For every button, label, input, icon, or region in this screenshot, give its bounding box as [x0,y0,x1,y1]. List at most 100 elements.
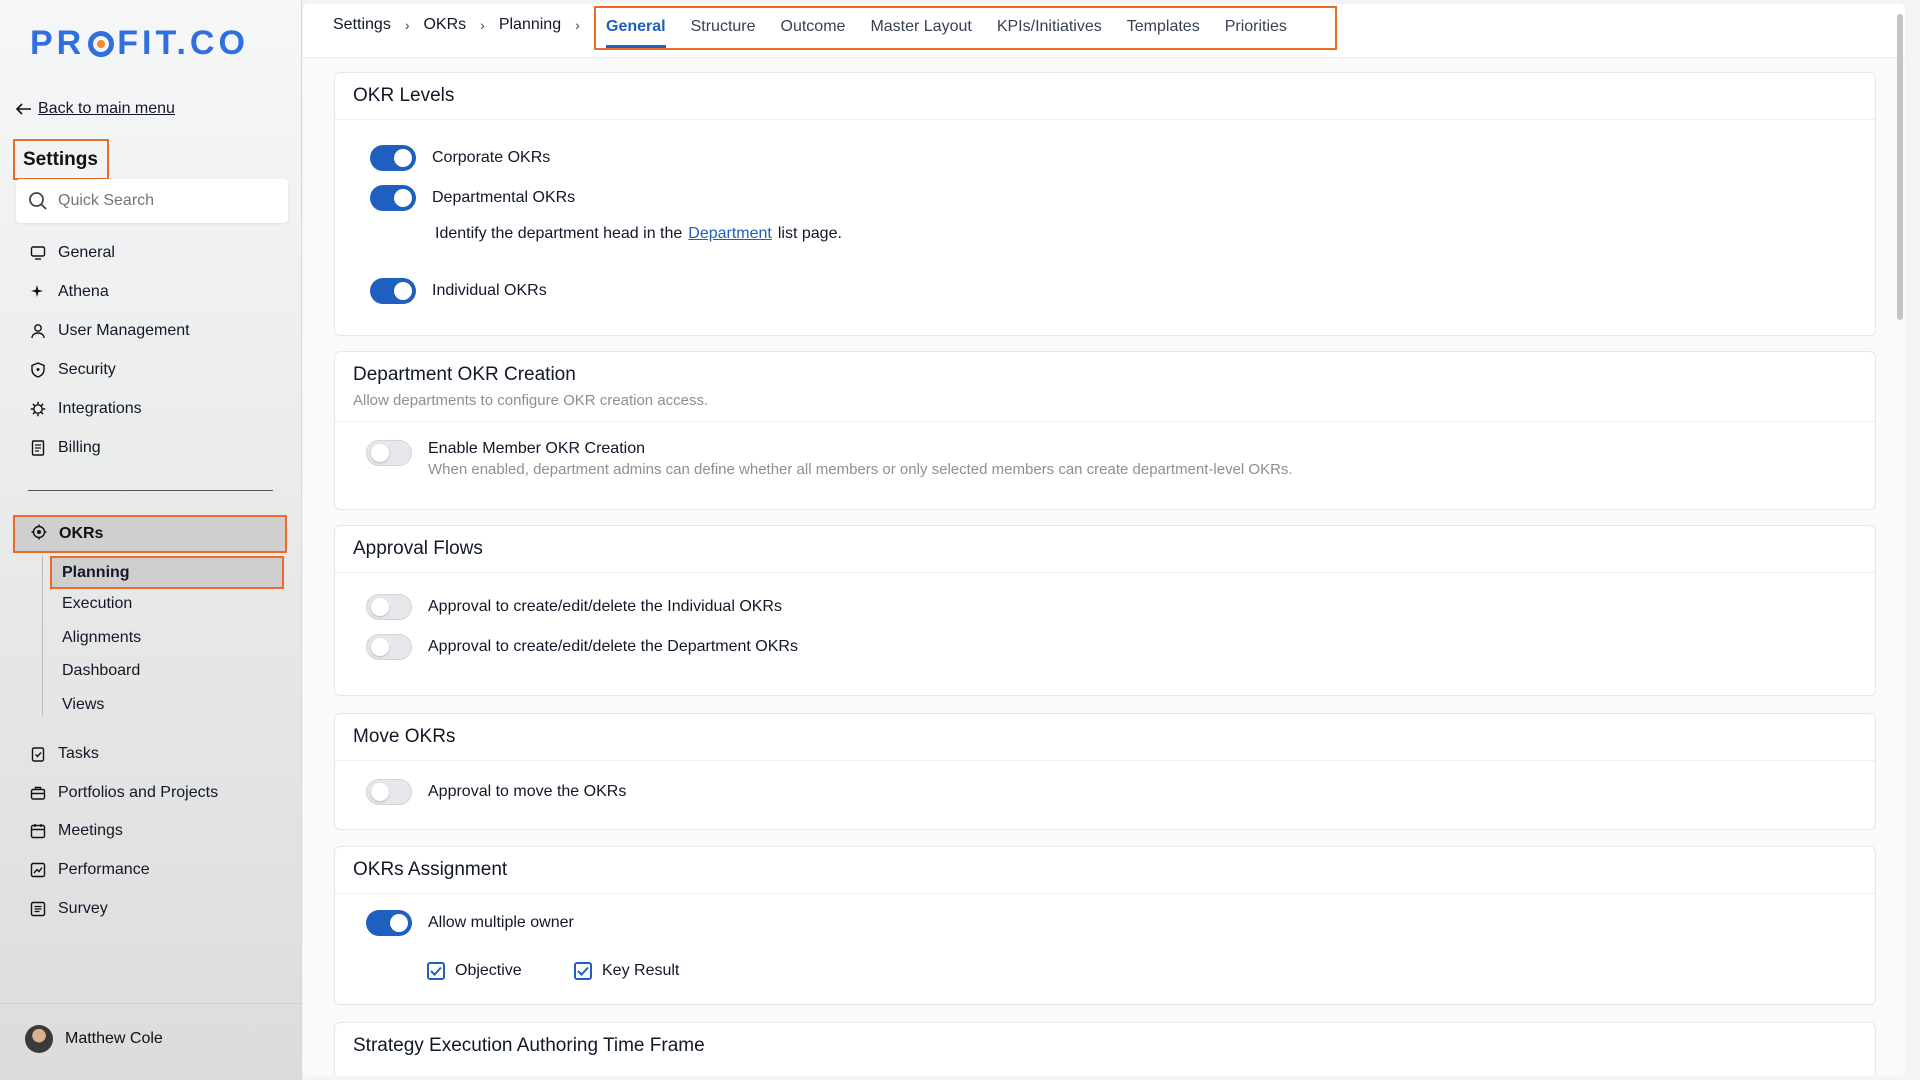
key-result-checkbox-row[interactable]: Key Result [574,962,679,980]
sidebar-subitem-execution[interactable]: Execution [62,595,132,613]
sidebar-item-label: Portfolios and Projects [58,784,219,801]
objective-checkbox[interactable] [427,962,445,980]
main-content: Settings › OKRs › Planning › General Str… [303,4,1905,1076]
sidebar-item-billing[interactable]: Billing [30,439,101,457]
settings-title: Settings [13,139,109,180]
multiple-owner-toggle[interactable] [366,910,412,936]
approval-flows-card: Approval Flows Approval to create/edit/d… [334,525,1876,696]
breadcrumb-okrs[interactable]: OKRs [423,16,466,34]
sidebar-item-performance[interactable]: Performance [30,861,150,879]
chevron-right-icon: › [575,17,580,33]
card-title: OKRs Assignment [353,859,508,880]
sparkle-icon [30,284,46,300]
member-okr-creation-toggle[interactable] [366,440,412,466]
sidebar-item-general[interactable]: General [30,244,115,262]
tab-master-layout[interactable]: Master Layout [870,8,971,48]
main-scrollbar[interactable] [1897,14,1903,320]
approval-move-row: Approval to move the OKRs [366,779,626,805]
quick-search-input[interactable] [58,192,258,210]
note-text: list page. [777,225,842,242]
user-profile[interactable]: Matthew Cole [25,1025,163,1053]
member-okr-creation-label: Enable Member OKR Creation [428,440,645,457]
approval-individual-row: Approval to create/edit/delete the Indiv… [366,594,782,620]
submenu-guide-line [42,556,43,716]
member-okr-creation-row: Enable Member OKR Creation When enabled,… [366,440,1293,478]
logo-target-icon [88,30,115,57]
tab-structure[interactable]: Structure [691,8,756,48]
sidebar-item-okrs[interactable]: OKRs [13,515,287,553]
sidebar-item-label: General [58,244,115,261]
breadcrumb: Settings › OKRs › Planning › [333,16,580,34]
tab-priorities[interactable]: Priorities [1225,8,1287,48]
sidebar-item-label: Meetings [58,822,123,839]
sidebar-subitem-planning[interactable]: Planning [50,556,284,589]
sidebar-item-meetings[interactable]: Meetings [30,822,123,840]
card-title: Approval Flows [353,538,483,559]
logo-text-part2: FIT.CO [117,24,249,62]
sidebar-item-label: Integrations [58,400,142,417]
approval-individual-toggle[interactable] [366,594,412,620]
back-link-label: Back to main menu [38,100,175,117]
sidebar-item-user-management[interactable]: User Management [30,322,190,340]
shield-icon [30,362,46,378]
tab-general[interactable]: General [606,8,666,48]
sidebar-item-portfolios[interactable]: Portfolios and Projects [30,784,218,802]
search-icon [29,192,47,210]
logo-text-part1: PR [30,24,86,62]
sidebar: PR FIT.CO Back to main menu Settings Gene… [0,0,302,1080]
sidebar-subitem-dashboard[interactable]: Dashboard [62,662,140,680]
sidebar-item-survey[interactable]: Survey [30,900,108,918]
tab-outcome[interactable]: Outcome [781,8,846,48]
tab-bar: General Structure Outcome Master Layout … [594,6,1337,50]
corporate-okrs-row: Corporate OKRs [370,145,550,171]
topbar: Settings › OKRs › Planning › General Str… [303,4,1905,58]
key-result-checkbox[interactable] [574,962,592,980]
sidebar-item-athena[interactable]: Athena [30,283,109,301]
sidebar-item-label: Performance [58,861,150,878]
user-icon [30,323,46,339]
corporate-okrs-label: Corporate OKRs [432,149,551,166]
approval-department-row: Approval to create/edit/delete the Depar… [366,634,798,660]
approval-department-toggle[interactable] [366,634,412,660]
okrs-assignment-card: OKRs Assignment Allow multiple owner Obj… [334,846,1876,1005]
departmental-okrs-toggle[interactable] [370,185,416,211]
arrow-left-icon [16,103,31,115]
chevron-right-icon: › [480,17,485,33]
receipt-icon [30,440,46,456]
card-title: Strategy Execution Authoring Time Frame [353,1035,705,1056]
approval-individual-label: Approval to create/edit/delete the Indiv… [428,598,782,615]
objective-checkbox-row[interactable]: Objective [427,962,522,980]
chart-icon [30,862,46,878]
member-okr-creation-desc: When enabled, department admins can defi… [428,461,1293,478]
dept-okr-creation-card: Department OKR Creation Allow department… [334,351,1876,510]
strategy-timeframe-card: Strategy Execution Authoring Time Frame [334,1022,1876,1076]
breadcrumb-settings[interactable]: Settings [333,16,391,34]
quick-search[interactable] [16,179,288,223]
individual-okrs-row: Individual OKRs [370,278,547,304]
departmental-okrs-label: Departmental OKRs [432,189,576,206]
approval-move-toggle[interactable] [366,779,412,805]
card-title: Department OKR Creation [353,364,576,385]
department-link[interactable]: Department [688,225,772,243]
tab-kpis-initiatives[interactable]: KPIs/Initiatives [997,8,1102,48]
list-icon [30,901,46,917]
tab-templates[interactable]: Templates [1127,8,1200,48]
back-to-main-menu-link[interactable]: Back to main menu [16,100,175,118]
move-okrs-card: Move OKRs Approval to move the OKRs [334,713,1876,830]
sidebar-item-security[interactable]: Security [30,361,116,379]
sidebar-item-label: Tasks [58,745,99,762]
breadcrumb-planning[interactable]: Planning [499,16,561,34]
sidebar-item-label: OKRs [59,525,104,542]
sidebar-subitem-alignments[interactable]: Alignments [62,629,141,647]
corporate-okrs-toggle[interactable] [370,145,416,171]
monitor-icon [30,245,46,261]
gear-icon [30,401,46,417]
sidebar-subitem-views[interactable]: Views [62,696,104,714]
sidebar-item-tasks[interactable]: Tasks [30,745,99,763]
card-title: Move OKRs [353,726,456,747]
sidebar-item-integrations[interactable]: Integrations [30,400,142,418]
briefcase-icon [30,785,46,801]
individual-okrs-toggle[interactable] [370,278,416,304]
profit-co-logo[interactable]: PR FIT.CO [30,24,249,63]
multiple-owner-label: Allow multiple owner [428,914,574,931]
